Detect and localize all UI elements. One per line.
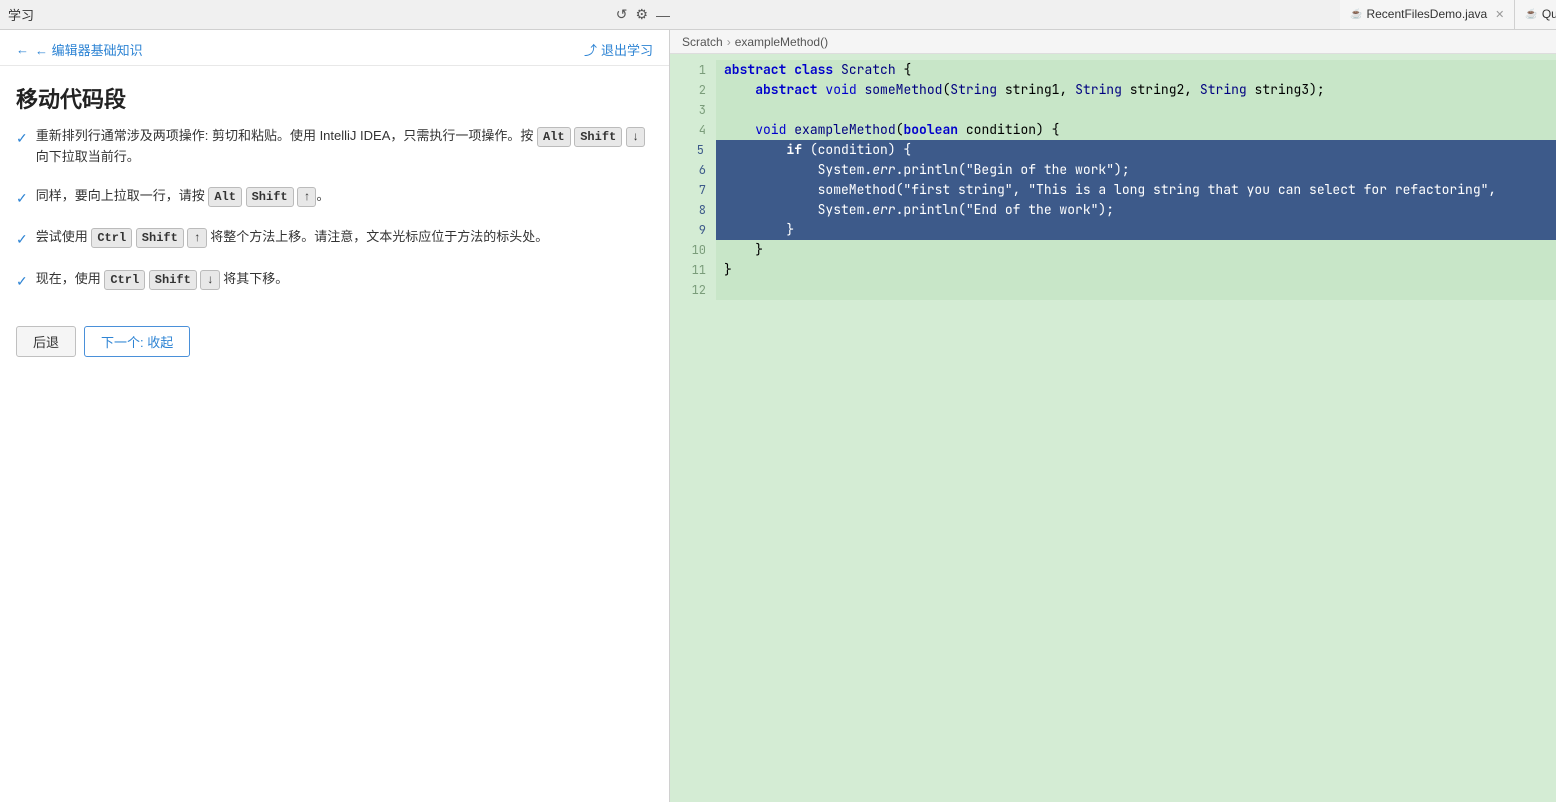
step-2: ✓ 同样，要向上拉取一行，请按 Alt Shift ↑。 (16, 186, 653, 209)
code-line-4: void exampleMethod(boolean condition) { (716, 120, 1556, 140)
key-ctrl: Ctrl (91, 228, 132, 248)
back-button[interactable]: 后退 (16, 326, 76, 357)
java-file-icon: ☕ (1350, 9, 1362, 20)
line-num-12: 12 (670, 280, 716, 300)
exit-icon: ⤴ (584, 40, 597, 59)
line-num-3: 3 (670, 100, 716, 120)
code-line-11: } (716, 260, 1556, 280)
back-arrow-icon: ← (16, 42, 29, 57)
key-down: ↓ (626, 127, 645, 147)
step-check-2: ✓ (16, 187, 28, 209)
code-line-2: abstract void someMethod(String string1,… (716, 80, 1556, 100)
line-num-6: 6 (670, 160, 716, 180)
line-num-9: 9 (670, 220, 716, 240)
breadcrumb-method: exampleMethod() (735, 35, 828, 49)
code-line-12 (716, 280, 1556, 300)
key-alt: Alt (537, 127, 571, 147)
key-alt2: Alt (208, 187, 242, 207)
step-check-4: ✓ (16, 270, 28, 292)
code-line-8: System.err.println("End of the work"); (716, 200, 1556, 220)
line-numbers: 1 2 3 4 5 6 7 8 9 10 11 12 (670, 54, 716, 802)
code-line-1: abstract class Scratch { (716, 60, 1556, 80)
refresh-icon[interactable]: ↺ (616, 6, 628, 23)
line-num-1: 1 (670, 60, 716, 80)
app-title: 学习 (8, 5, 34, 24)
line-num-11: 11 (670, 260, 716, 280)
steps-container: ✓ 重新排列行通常涉及两项操作: 剪切和粘贴。使用 IntelliJ IDEA，… (0, 126, 669, 310)
top-bar: 学习 ↺ ⚙ — ☕ RecentFilesDemo.java ✕ ☕ Quad… (0, 0, 1556, 30)
key-up: ↑ (297, 187, 316, 207)
step-3: ✓ 尝试使用 Ctrl Shift ↑ 将整个方法上移。请注意，文本光标应位于方… (16, 227, 653, 250)
tab-label: RecentFilesDemo.java (1366, 7, 1487, 21)
line-num-5: 5 (670, 140, 716, 160)
key-ctrl2: Ctrl (104, 270, 145, 290)
code-line-9: } (716, 220, 1556, 240)
main-content: ← ← 编辑器基础知识 ⤴ 退出学习 移动代码段 ✓ 重新排列行通常涉及两项操作… (0, 30, 1556, 802)
right-panel: Scratch › exampleMethod() 1 2 3 4 5 6 7 … (670, 30, 1556, 802)
top-bar-left: 学习 ↺ ⚙ — (8, 5, 678, 24)
key-up2: ↑ (187, 228, 206, 248)
minimize-icon[interactable]: — (656, 7, 670, 23)
step-text-1: 重新排列行通常涉及两项操作: 剪切和粘贴。使用 IntelliJ IDEA，只需… (36, 126, 653, 168)
left-header: ← ← 编辑器基础知识 ⤴ 退出学习 (0, 30, 669, 66)
step-check-3: ✓ (16, 228, 28, 250)
key-shift3: Shift (136, 228, 184, 248)
tab-quadratic[interactable]: ☕ QuadraticEquationsSolver.java ✕ (1515, 0, 1556, 29)
tab-bar: ☕ RecentFilesDemo.java ✕ ☕ QuadraticEqua… (670, 0, 1556, 30)
breadcrumb-root: Scratch (682, 35, 723, 49)
code-line-3 (716, 100, 1556, 120)
back-link[interactable]: ← ← 编辑器基础知识 (16, 40, 143, 59)
settings-icon[interactable]: ⚙ (635, 6, 648, 23)
left-panel: ← ← 编辑器基础知识 ⤴ 退出学习 移动代码段 ✓ 重新排列行通常涉及两项操作… (0, 30, 670, 802)
line-num-2: 2 (670, 80, 716, 100)
key-shift4: Shift (149, 270, 197, 290)
line-num-8: 8 (670, 200, 716, 220)
step-4: ✓ 现在，使用 Ctrl Shift ↓ 将其下移。 (16, 269, 653, 292)
java-file-icon2: ☕ (1525, 9, 1537, 20)
back-link-label: ← 编辑器基础知识 (35, 40, 143, 59)
code-line-10: } (716, 240, 1556, 260)
exit-label: 退出学习 (601, 40, 653, 59)
tab-recentfiles[interactable]: ☕ RecentFilesDemo.java ✕ (1340, 0, 1515, 29)
tab-label2: QuadraticEquationsSolver.java (1542, 7, 1556, 21)
code-area: 1 2 3 4 5 6 7 8 9 10 11 12 abstract clas… (670, 54, 1556, 802)
tab-close[interactable]: ✕ (1495, 8, 1504, 21)
step-text-2: 同样，要向上拉取一行，请按 Alt Shift ↑。 (36, 186, 653, 207)
line-num-10: 10 (670, 240, 716, 260)
line-num-4: 4 (670, 120, 716, 140)
lesson-title: 移动代码段 (0, 66, 669, 126)
step-text-4: 现在，使用 Ctrl Shift ↓ 将其下移。 (36, 269, 653, 290)
line-num-7: 7 (670, 180, 716, 200)
key-down2: ↓ (200, 270, 219, 290)
breadcrumb-sep: › (727, 35, 731, 49)
step-1: ✓ 重新排列行通常涉及两项操作: 剪切和粘贴。使用 IntelliJ IDEA，… (16, 126, 653, 168)
breadcrumb-bar: Scratch › exampleMethod() (670, 30, 1556, 54)
step-check-1: ✓ (16, 127, 28, 149)
btn-container: 后退 下一个: 收起 (0, 310, 669, 373)
exit-link[interactable]: ⤴ 退出学习 (584, 40, 653, 59)
code-line-5: if (condition) { (716, 140, 1556, 160)
code-line-6: System.err.println("Begin of the work"); (716, 160, 1556, 180)
step-text-3: 尝试使用 Ctrl Shift ↑ 将整个方法上移。请注意，文本光标应位于方法的… (36, 227, 653, 248)
top-bar-controls: ↺ ⚙ — (616, 6, 670, 23)
key-shift2: Shift (246, 187, 294, 207)
key-shift: Shift (574, 127, 622, 147)
code-lines[interactable]: abstract class Scratch { abstract void s… (716, 54, 1556, 802)
next-button[interactable]: 下一个: 收起 (84, 326, 190, 357)
code-line-7: someMethod("first string", "This is a lo… (716, 180, 1556, 200)
